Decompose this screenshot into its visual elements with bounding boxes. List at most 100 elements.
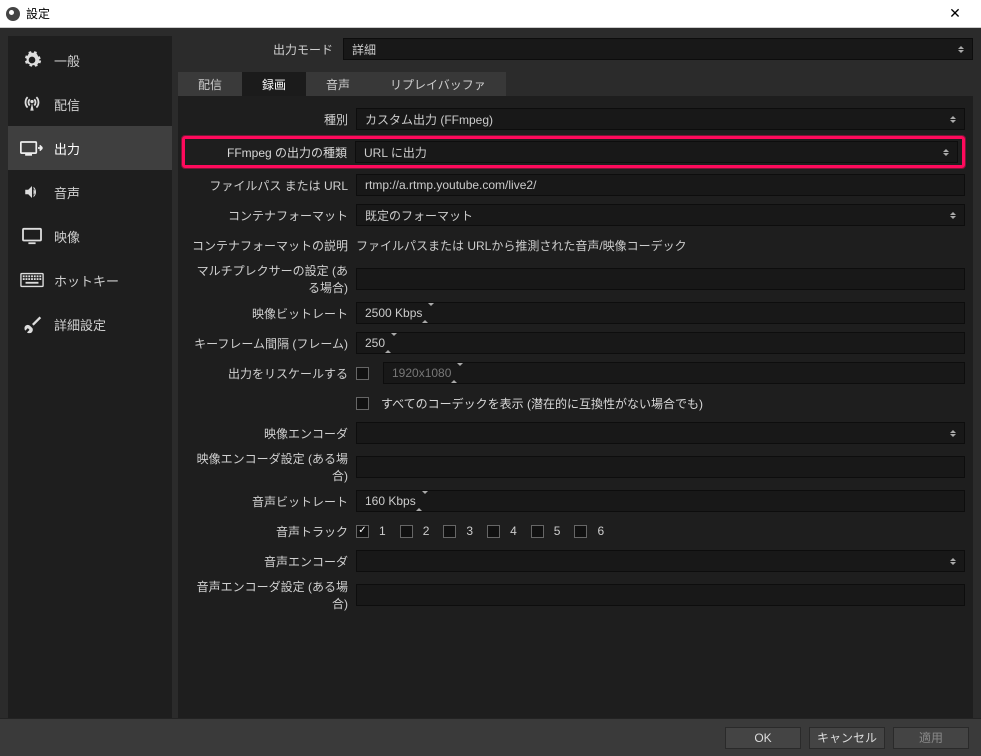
row-container-desc: コンテナフォーマットの説明 ファイルパスまたは URLから推測された音声/映像コ… xyxy=(186,232,965,258)
abitrate-input[interactable]: 160 Kbps xyxy=(356,490,965,512)
tracks-label: 音声トラック xyxy=(186,523,356,540)
track-1-checkbox[interactable] xyxy=(356,525,369,538)
settings-panel: 種別 カスタム出力 (FFmpeg) FFmpeg の出力の種類 URL に出力… xyxy=(178,96,973,718)
app-body: 一般 配信 出力 音声 映像 ホットキー 詳細設定 出力モード xyxy=(0,28,981,718)
vbitrate-label: 映像ビットレート xyxy=(186,305,356,322)
apply-button[interactable]: 適用 xyxy=(893,727,969,749)
close-icon[interactable]: ✕ xyxy=(935,5,975,22)
rescale-input[interactable]: 1920x1080 xyxy=(383,362,965,384)
aenc-set-label: 音声エンコーダ設定 (ある場合) xyxy=(186,578,356,612)
spinner-icon[interactable] xyxy=(385,336,397,350)
sidebar-item-video[interactable]: 映像 xyxy=(8,214,172,258)
row-container: コンテナフォーマット 既定のフォーマット xyxy=(186,202,965,228)
sidebar-item-label: ホットキー xyxy=(54,271,119,290)
window-title: 設定 xyxy=(26,5,935,22)
dialog-footer: OK キャンセル 適用 xyxy=(0,718,981,756)
monitor-icon xyxy=(20,226,44,246)
abitrate-label: 音声ビットレート xyxy=(186,493,356,510)
chevron-updown-icon xyxy=(451,366,463,380)
row-venc: 映像エンコーダ xyxy=(186,420,965,446)
show-all-label: すべてのコーデックを表示 (潜在的に互換性がない場合でも) xyxy=(381,395,703,412)
container-select[interactable]: 既定のフォーマット xyxy=(356,204,965,226)
speaker-icon xyxy=(20,182,44,202)
row-keyframe: キーフレーム間隔 (フレーム) 250 xyxy=(186,330,965,356)
sidebar-item-hotkeys[interactable]: ホットキー xyxy=(8,258,172,302)
chevron-updown-icon xyxy=(946,111,960,127)
container-desc-label: コンテナフォーマットの説明 xyxy=(186,237,356,254)
tab-record[interactable]: 録画 xyxy=(242,72,306,96)
row-vbitrate: 映像ビットレート 2500 Kbps xyxy=(186,300,965,326)
type-select[interactable]: カスタム出力 (FFmpeg) xyxy=(356,108,965,130)
aenc-select[interactable] xyxy=(356,550,965,572)
row-ffmpeg-output-type-highlight: FFmpeg の出力の種類 URL に出力 xyxy=(182,136,965,168)
sidebar-item-label: 詳細設定 xyxy=(54,315,106,334)
track-2-checkbox[interactable] xyxy=(400,525,413,538)
sidebar-item-output[interactable]: 出力 xyxy=(8,126,172,170)
row-aenc-set: 音声エンコーダ設定 (ある場合) xyxy=(186,578,965,612)
row-venc-set: 映像エンコーダ設定 (ある場合) xyxy=(186,450,965,484)
venc-set-input[interactable] xyxy=(356,456,965,478)
row-muxer: マルチプレクサーの設定 (ある場合) xyxy=(186,262,965,296)
gear-icon xyxy=(20,50,44,70)
rescale-checkbox[interactable] xyxy=(356,367,369,380)
aenc-set-input[interactable] xyxy=(356,584,965,606)
titlebar: 設定 ✕ xyxy=(0,0,981,28)
antenna-icon xyxy=(20,94,44,114)
sidebar-item-label: 音声 xyxy=(54,183,80,202)
sidebar-item-label: 一般 xyxy=(54,51,80,70)
sidebar-item-audio[interactable]: 音声 xyxy=(8,170,172,214)
sidebar-item-general[interactable]: 一般 xyxy=(8,38,172,82)
sidebar-item-label: 配信 xyxy=(54,95,80,114)
main-panel: 出力モード 詳細 配信 録画 音声 リプレイバッファ 種別 カスタム出力 (FF… xyxy=(178,36,973,718)
row-type: 種別 カスタム出力 (FFmpeg) xyxy=(186,106,965,132)
row-file-url: ファイルパス または URL rtmp://a.rtmp.youtube.com… xyxy=(186,172,965,198)
output-mode-value: 詳細 xyxy=(352,41,376,58)
track-6-checkbox[interactable] xyxy=(574,525,587,538)
container-desc-text: ファイルパスまたは URLから推測された音声/映像コーデック xyxy=(356,235,965,256)
sidebar-item-stream[interactable]: 配信 xyxy=(8,82,172,126)
row-show-all: すべてのコーデックを表示 (潜在的に互換性がない場合でも) xyxy=(186,390,965,416)
keyframe-label: キーフレーム間隔 (フレーム) xyxy=(186,335,356,352)
output-icon xyxy=(20,138,44,158)
output-tabs: 配信 録画 音声 リプレイバッファ xyxy=(178,72,973,96)
sidebar-item-label: 出力 xyxy=(54,139,80,158)
chevron-updown-icon xyxy=(946,207,960,223)
cancel-button[interactable]: キャンセル xyxy=(809,727,885,749)
chevron-updown-icon xyxy=(954,41,968,57)
venc-select[interactable] xyxy=(356,422,965,444)
track-4-checkbox[interactable] xyxy=(487,525,500,538)
aenc-label: 音声エンコーダ xyxy=(186,553,356,570)
sidebar-item-advanced[interactable]: 詳細設定 xyxy=(8,302,172,346)
file-url-input[interactable]: rtmp://a.rtmp.youtube.com/live2/ xyxy=(356,174,965,196)
file-url-label: ファイルパス または URL xyxy=(186,177,356,194)
venc-label: 映像エンコーダ xyxy=(186,425,356,442)
container-label: コンテナフォーマット xyxy=(186,207,356,224)
row-rescale: 出力をリスケールする 1920x1080 xyxy=(186,360,965,386)
row-abitrate: 音声ビットレート 160 Kbps xyxy=(186,488,965,514)
row-aenc: 音声エンコーダ xyxy=(186,548,965,574)
venc-set-label: 映像エンコーダ設定 (ある場合) xyxy=(186,450,356,484)
rescale-label: 出力をリスケールする xyxy=(186,365,356,382)
tools-icon xyxy=(20,314,44,334)
muxer-label: マルチプレクサーの設定 (ある場合) xyxy=(186,262,356,296)
sidebar-item-label: 映像 xyxy=(54,227,80,246)
keyframe-input[interactable]: 250 xyxy=(356,332,965,354)
type-label: 種別 xyxy=(186,111,356,128)
tab-audio[interactable]: 音声 xyxy=(306,72,370,96)
app-icon xyxy=(6,7,20,21)
output-mode-select[interactable]: 詳細 xyxy=(343,38,973,60)
ffmpeg-output-type-select[interactable]: URL に出力 xyxy=(355,141,958,163)
vbitrate-input[interactable]: 2500 Kbps xyxy=(356,302,965,324)
tab-stream[interactable]: 配信 xyxy=(178,72,242,96)
track-5-checkbox[interactable] xyxy=(531,525,544,538)
ok-button[interactable]: OK xyxy=(725,727,801,749)
show-all-checkbox[interactable] xyxy=(356,397,369,410)
muxer-input[interactable] xyxy=(356,268,965,290)
sidebar: 一般 配信 出力 音声 映像 ホットキー 詳細設定 xyxy=(8,36,172,718)
chevron-updown-icon xyxy=(946,425,960,441)
spinner-icon[interactable] xyxy=(422,306,434,320)
track-3-checkbox[interactable] xyxy=(443,525,456,538)
spinner-icon[interactable] xyxy=(416,494,428,508)
tab-replay-buffer[interactable]: リプレイバッファ xyxy=(370,72,506,96)
output-mode-row: 出力モード 詳細 xyxy=(178,36,973,62)
